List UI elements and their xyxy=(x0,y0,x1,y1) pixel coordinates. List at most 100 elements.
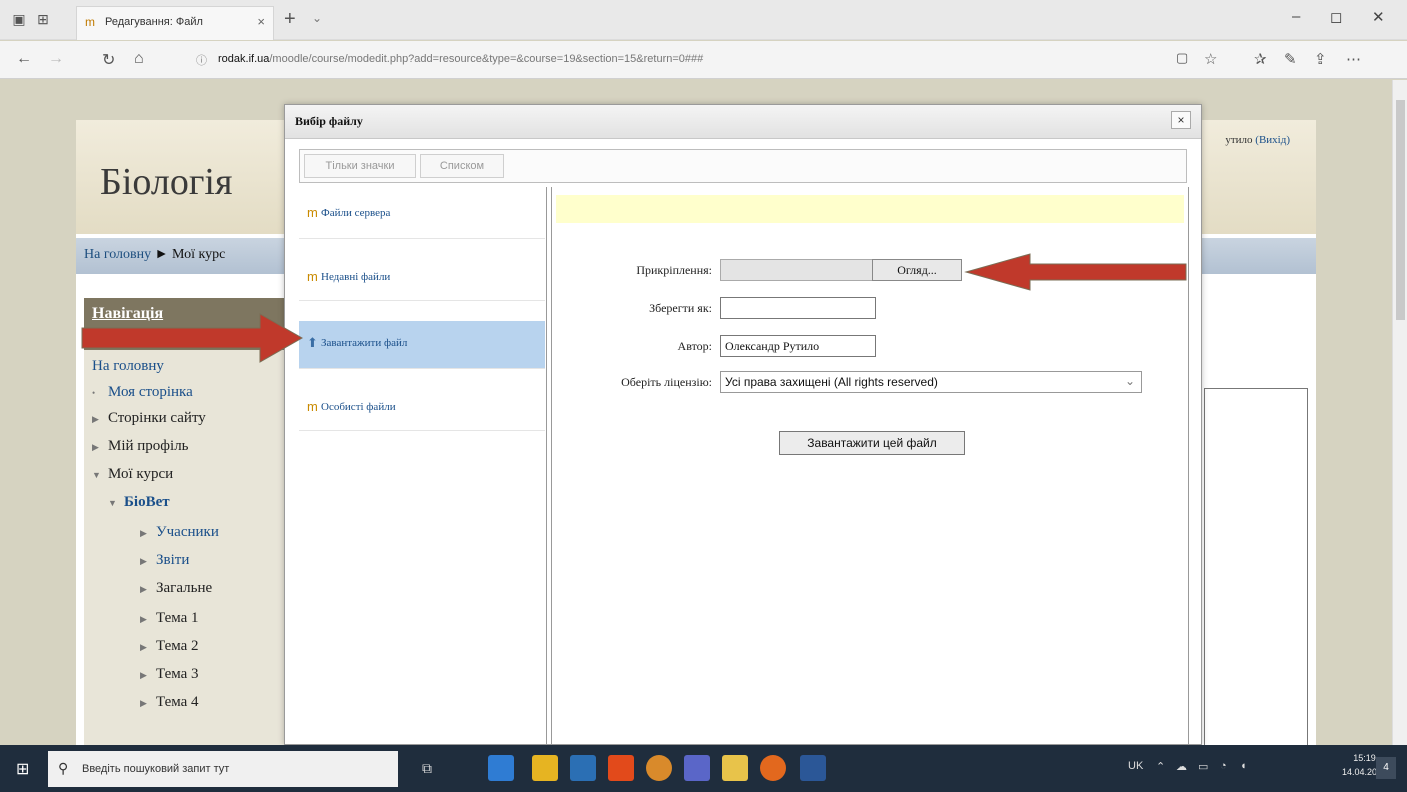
nav-item[interactable]: ▶ Тема 2 xyxy=(140,638,199,655)
app-icon[interactable] xyxy=(646,755,672,781)
restore-icon[interactable]: ◻ xyxy=(1330,8,1342,26)
file-explorer-icon[interactable] xyxy=(722,755,748,781)
pen-icon[interactable]: ✎ xyxy=(1284,50,1297,68)
tab-actions-icon[interactable]: ▣ xyxy=(10,10,28,28)
page-scrollbar[interactable] xyxy=(1392,80,1407,745)
nav-item[interactable]: • Моя сторінка xyxy=(92,384,193,401)
task-view-icon[interactable]: ⧉ xyxy=(414,755,440,781)
address-bar[interactable]: ⓘ rodak.if.ua/moodle/course/modedit.php?… xyxy=(190,48,1150,72)
nav-item-label: Сторінки сайту xyxy=(108,410,206,426)
nav-item-label: Загальне xyxy=(156,580,213,596)
favorites-list-icon[interactable]: ✰ xyxy=(1254,50,1267,68)
browser-tab[interactable]: m Редагування: Файл × xyxy=(76,6,274,40)
reading-view-icon[interactable]: ▢ xyxy=(1176,50,1188,66)
save-as-input[interactable] xyxy=(720,297,876,319)
repo-recent-files[interactable]: m Недавні файли xyxy=(299,255,545,301)
nav-item-label: Учасники xyxy=(156,524,219,540)
repo-upload-file[interactable]: ⬆ Завантажити файл xyxy=(299,321,545,369)
wifi-icon[interactable]: ◔ xyxy=(1220,760,1227,772)
favorite-star-icon[interactable]: ☆ xyxy=(1204,50,1217,68)
file-picker-dialog: Вибір файлу × Тільки значки Списком m Фа… xyxy=(284,104,1202,747)
message-area xyxy=(556,195,1184,223)
nav-item[interactable]: ▶ Учасники xyxy=(140,524,219,541)
word-icon[interactable] xyxy=(800,755,826,781)
collapsed-triangle-icon: ▶ xyxy=(140,556,147,566)
tab-preview-chevron-icon[interactable]: ⌄ xyxy=(312,11,322,25)
scrollbar-thumb[interactable] xyxy=(1396,100,1405,320)
battery-icon[interactable]: ▭ xyxy=(1198,760,1208,773)
browse-button[interactable]: Огляд... xyxy=(872,259,962,281)
volume-icon[interactable]: ◖ xyxy=(1240,760,1247,772)
mail-icon[interactable] xyxy=(570,755,596,781)
expanded-triangle-icon: ▼ xyxy=(108,498,117,508)
taskbar-search[interactable]: ⚲ Введіть пошуковий запит тут xyxy=(48,751,398,787)
repo-private-files[interactable]: m Особисті файли xyxy=(299,385,545,431)
new-tab-icon[interactable]: + xyxy=(284,8,296,30)
login-user[interactable]: утило xyxy=(1225,134,1252,146)
more-icon[interactable]: ⋯ xyxy=(1346,50,1361,68)
nav-item[interactable]: ▶ Тема 1 xyxy=(140,610,199,627)
close-tab-icon[interactable]: × xyxy=(257,14,265,29)
nav-item[interactable]: ▶ Звіти xyxy=(140,552,189,569)
repo-label: Завантажити файл xyxy=(321,337,408,349)
expanded-triangle-icon: ▼ xyxy=(92,470,101,480)
search-icon: ⚲ xyxy=(58,760,69,776)
repo-server-files[interactable]: m Файли сервера xyxy=(299,191,545,239)
author-input[interactable]: Олександр Рутило xyxy=(720,335,876,357)
firefox-icon[interactable] xyxy=(760,755,786,781)
content-area xyxy=(1204,388,1308,745)
office-icon[interactable] xyxy=(608,755,634,781)
annotation-arrow-right xyxy=(964,253,1187,291)
nav-item-label: БіоВет xyxy=(124,494,170,510)
info-icon: ⓘ xyxy=(196,55,207,67)
minimize-icon[interactable]: – xyxy=(1292,8,1300,25)
window-close-icon[interactable]: ✕ xyxy=(1372,8,1385,26)
nav-item[interactable]: ▶ Загальне xyxy=(140,580,212,597)
notification-center-icon[interactable]: 4 xyxy=(1376,757,1396,779)
collapsed-triangle-icon: ▶ xyxy=(140,584,147,594)
forward-icon[interactable]: → xyxy=(48,50,64,68)
chevron-down-icon: ⌄ xyxy=(1124,374,1135,388)
nav-item-label: Тема 3 xyxy=(156,666,199,682)
collapsed-triangle-icon: ▶ xyxy=(140,528,147,538)
repo-label: Недавні файли xyxy=(321,271,391,283)
view-mode-bar: Тільки значки Списком xyxy=(299,149,1187,183)
collapsed-triangle-icon: ▶ xyxy=(92,442,99,452)
bullet-icon: • xyxy=(92,388,96,398)
save-as-label: Зберегти як: xyxy=(649,301,712,315)
nav-item[interactable]: ▶ Тема 4 xyxy=(140,694,199,711)
share-icon[interactable]: ⇪ xyxy=(1314,50,1327,68)
store-icon[interactable] xyxy=(532,755,558,781)
login-info: утило (Вихід) xyxy=(1225,134,1290,146)
edge-icon[interactable] xyxy=(488,755,514,781)
nav-item[interactable]: ▼ Мої курси xyxy=(92,466,173,483)
view-icons-button[interactable]: Тільки значки xyxy=(304,154,416,178)
nav-item-label: Мої курси xyxy=(108,466,174,482)
nav-item[interactable]: ▼ БіоВет xyxy=(108,494,170,511)
nav-item[interactable]: ▶ Тема 3 xyxy=(140,666,199,683)
back-icon[interactable]: ← xyxy=(16,50,32,68)
language-indicator[interactable]: UK xyxy=(1128,760,1143,772)
logout-link[interactable]: (Вихід) xyxy=(1255,134,1290,146)
tray-chevron-icon[interactable]: ⌃ xyxy=(1156,760,1165,773)
teams-icon[interactable] xyxy=(684,755,710,781)
upload-file-button[interactable]: Завантажити цей файл xyxy=(779,431,965,455)
nav-item[interactable]: ▶ Мій профіль xyxy=(92,438,189,455)
url-host: rodak.if.ua xyxy=(218,53,270,65)
onedrive-icon[interactable]: ☁ xyxy=(1176,760,1187,773)
windows-start-icon[interactable]: ⊞ xyxy=(16,759,29,779)
nav-item-label: Мій профіль xyxy=(108,438,189,454)
site-logo[interactable]: Біологія xyxy=(100,160,232,204)
author-label: Автор: xyxy=(677,339,712,353)
home-icon[interactable]: ⌂ xyxy=(134,50,144,68)
breadcrumb-home[interactable]: На головну xyxy=(84,247,151,262)
set-aside-tabs-icon[interactable]: ⊞ xyxy=(34,10,52,28)
license-select[interactable]: Усі права захищені (All rights reserved)… xyxy=(720,371,1142,393)
nav-item-label: Тема 2 xyxy=(156,638,199,654)
dialog-title: Вибір файлу xyxy=(295,114,363,128)
dialog-close-button[interactable]: × xyxy=(1171,111,1191,129)
refresh-icon[interactable]: ↻ xyxy=(102,50,115,70)
nav-item[interactable]: ▶ Сторінки сайту xyxy=(92,410,206,427)
breadcrumb-courses[interactable]: Мої курс xyxy=(172,247,225,262)
view-list-button[interactable]: Списком xyxy=(420,154,504,178)
